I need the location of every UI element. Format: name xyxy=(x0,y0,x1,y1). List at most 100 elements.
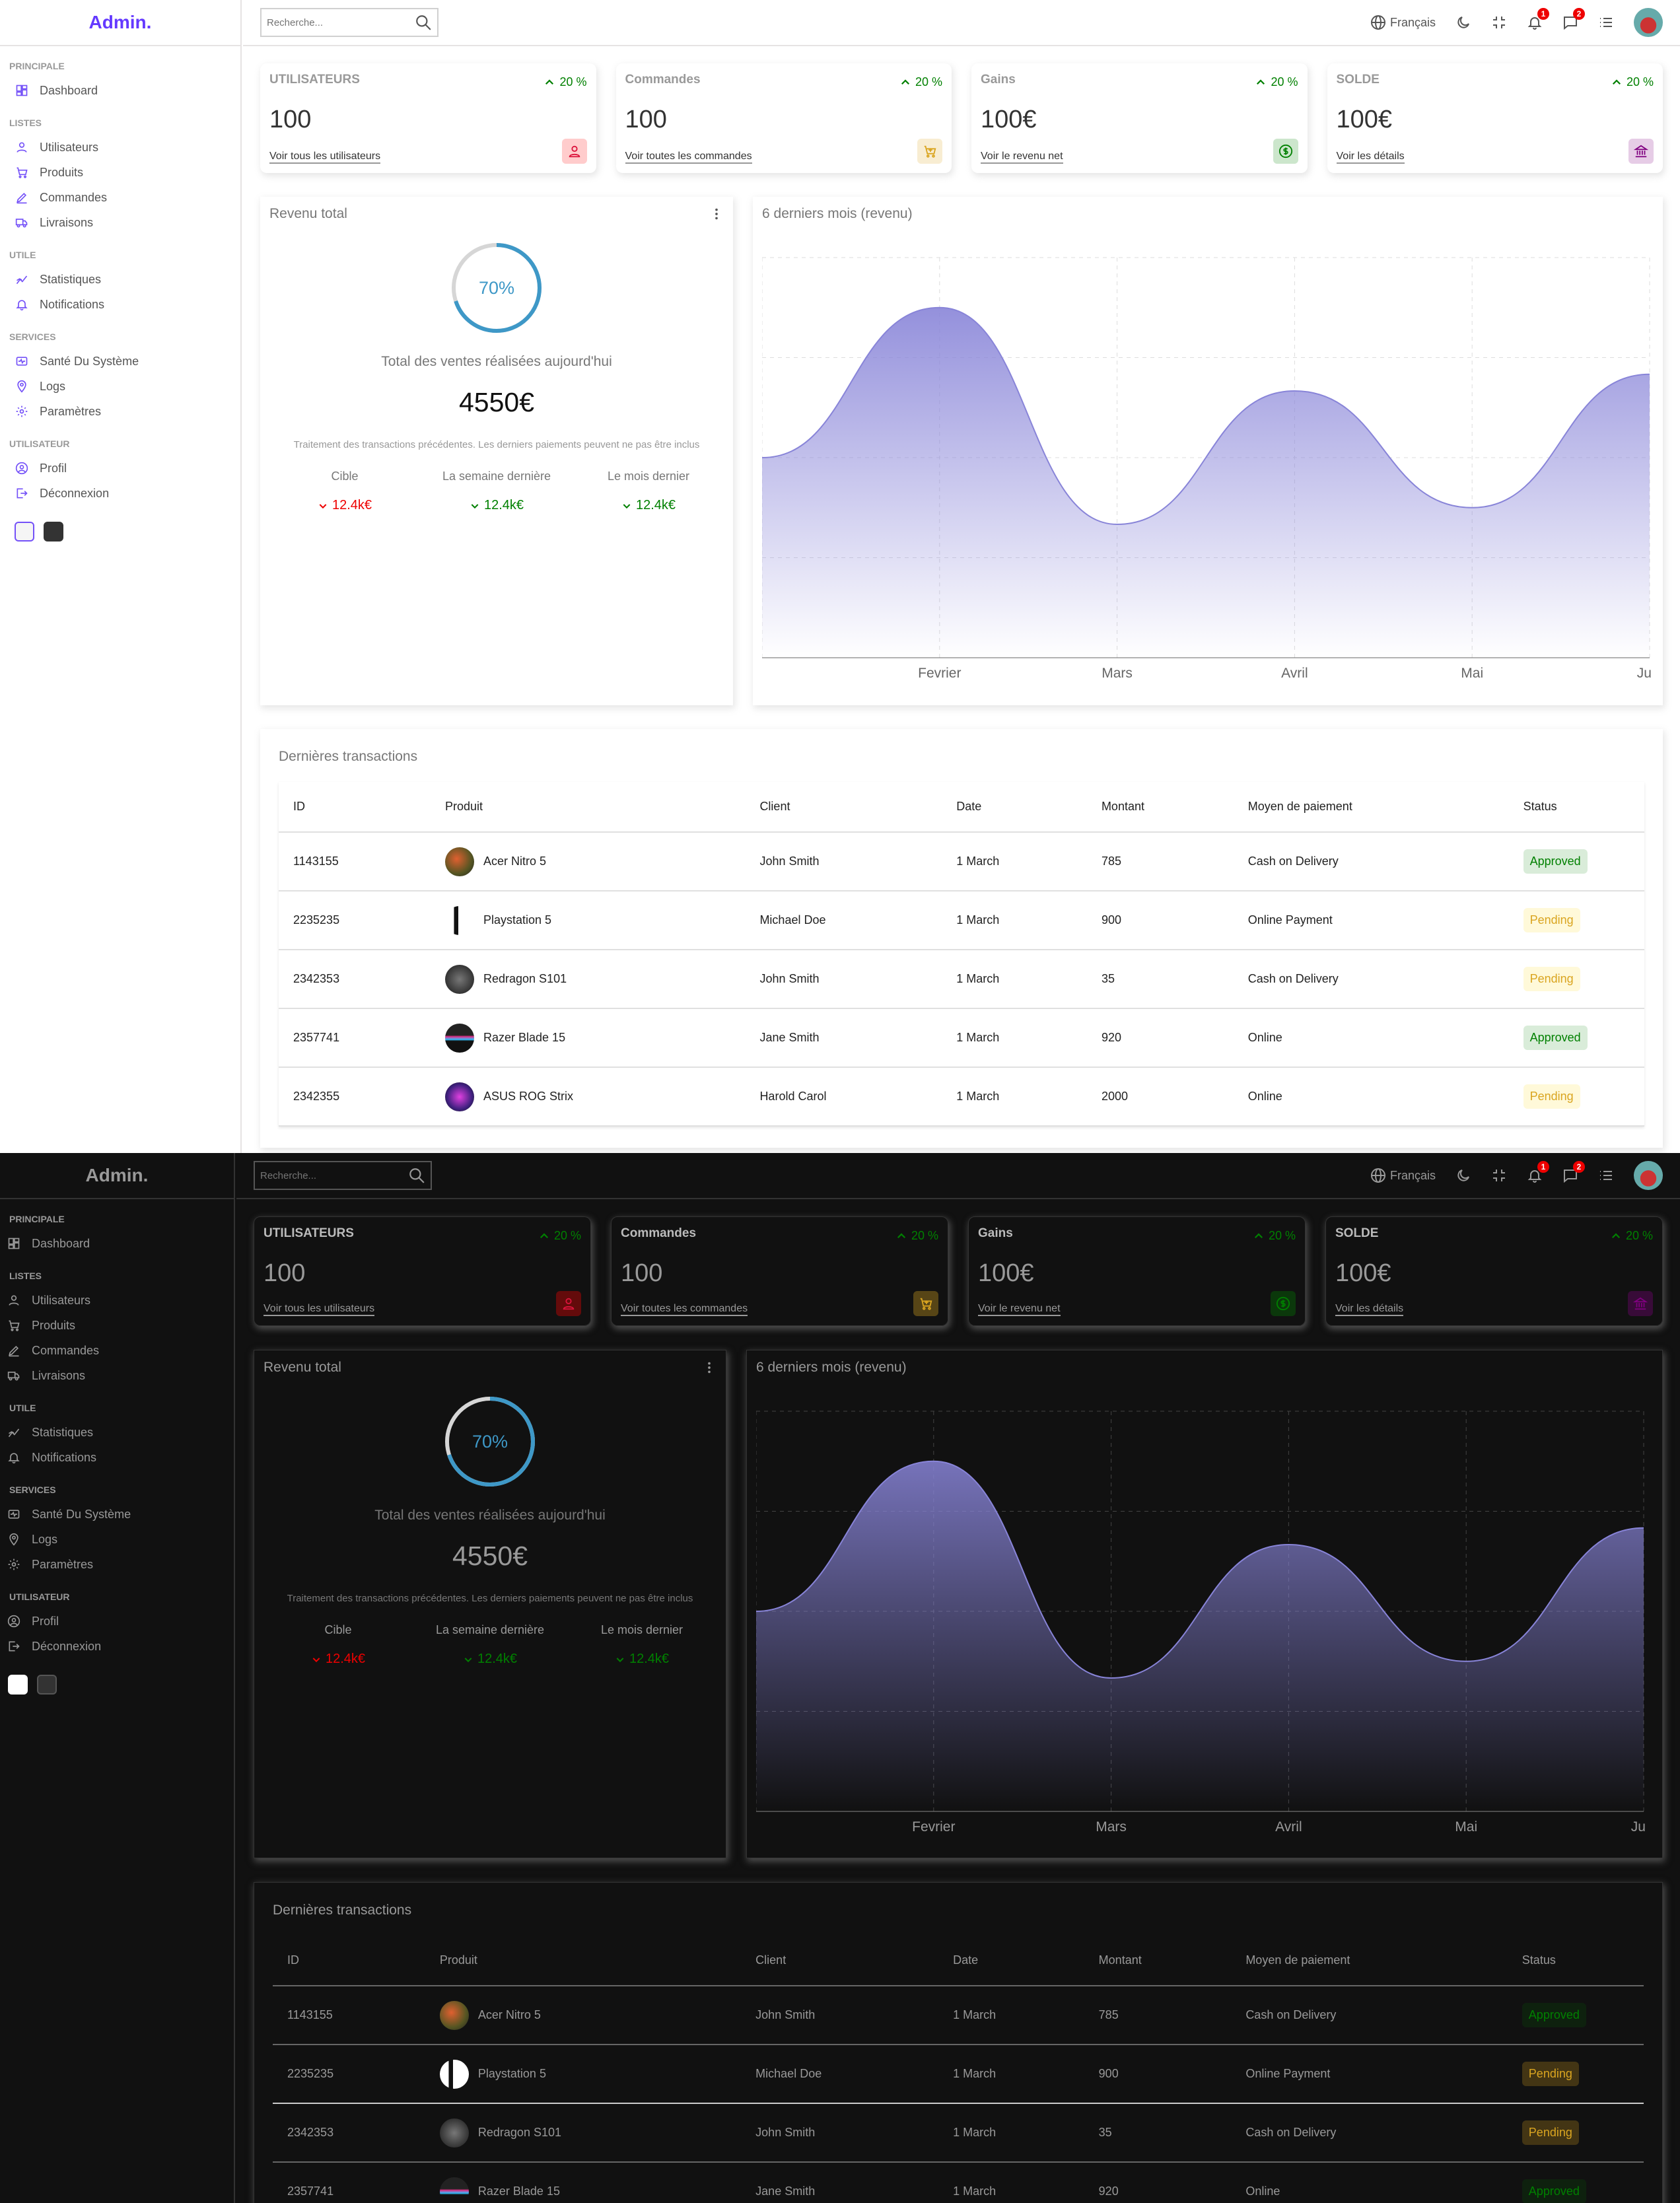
sidebar-item-commandes[interactable]: Commandes xyxy=(0,185,240,210)
sidebar-item-profil[interactable]: Profil xyxy=(0,1609,234,1634)
sidebar-item-paramètres[interactable]: Paramètres xyxy=(0,1552,234,1577)
sidebar-item-santé-du-système[interactable]: Santé Du Système xyxy=(0,1502,234,1527)
status-badge: Pending xyxy=(1522,2120,1579,2145)
sidebar-item-label: Paramètres xyxy=(40,404,102,418)
sidebar-item-déconnexion[interactable]: Déconnexion xyxy=(0,1634,234,1659)
sidebar-item-notifications[interactable]: Notifications xyxy=(0,292,240,317)
dark-mode-toggle[interactable] xyxy=(1455,1168,1471,1183)
notifications-button[interactable]: 1 xyxy=(1527,1161,1549,1183)
sidebar-item-notifications[interactable]: Notifications xyxy=(0,1445,234,1470)
fullscreen-exit-button[interactable] xyxy=(1491,1168,1507,1183)
table-row[interactable]: 2235235 Playstation 5 Michael Doe 1 Marc… xyxy=(279,891,1644,950)
sidebar-item-logs[interactable]: Logs xyxy=(0,374,240,399)
sidebar-item-paramètres[interactable]: Paramètres xyxy=(0,399,240,424)
sidebar-item-profil[interactable]: Profil xyxy=(0,456,240,481)
sidebar-item-statistiques[interactable]: Statistiques xyxy=(0,1420,234,1445)
list-button[interactable] xyxy=(1598,15,1614,30)
sidebar-section-title: UTILISATEUR xyxy=(9,438,70,449)
logo[interactable]: Admin. xyxy=(0,0,240,46)
sidebar-item-label: Notifications xyxy=(40,297,105,311)
sidebar-item-utilisateurs[interactable]: Utilisateurs xyxy=(0,1288,234,1313)
main-content: Français 1 2 xyxy=(236,1153,1680,2203)
summary-item-title: Le mois dernier xyxy=(600,1623,683,1636)
search-input[interactable] xyxy=(260,1170,408,1181)
sidebar-item-logs[interactable]: Logs xyxy=(0,1527,234,1552)
language-selector[interactable]: Français xyxy=(1370,15,1436,30)
widget-link[interactable]: Voir les détails xyxy=(1335,1303,1404,1316)
sidebar-item-santé-du-système[interactable]: Santé Du Système xyxy=(0,349,240,374)
sidebar-section-title: PRINCIPALE xyxy=(9,1214,65,1224)
table-row[interactable]: 1143155 Acer Nitro 5 John Smith 1 March … xyxy=(273,1986,1644,2045)
sidebar-item-produits[interactable]: Produits xyxy=(0,160,240,185)
cell-amount: 900 xyxy=(1084,2045,1232,2104)
notifications-button[interactable]: 1 xyxy=(1527,8,1549,30)
sidebar-item-dashboard[interactable]: Dashboard xyxy=(0,1231,234,1256)
sidebar-item-utilisateurs[interactable]: Utilisateurs xyxy=(0,135,240,160)
cell-id: 1143155 xyxy=(273,1986,425,2045)
sidebar-item-livraisons[interactable]: Livraisons xyxy=(0,210,240,235)
table-row[interactable]: 2342355 ASUS ROG Strix Harold Carol 1 Ma… xyxy=(279,1067,1644,1127)
revenue-progress-ring: 70% xyxy=(450,242,543,334)
table-row[interactable]: 1143155 Acer Nitro 5 John Smith 1 March … xyxy=(279,832,1644,892)
widget-link[interactable]: Voir toutes les commandes xyxy=(625,151,752,164)
table-header-cell: Moyen de paiement xyxy=(1233,782,1509,833)
sidebar-item-produits[interactable]: Produits xyxy=(0,1313,234,1338)
search-input[interactable] xyxy=(267,17,415,28)
sidebar-item-commandes[interactable]: Commandes xyxy=(0,1338,234,1363)
widget-link[interactable]: Voir tous les utilisateurs xyxy=(269,151,381,164)
widget-link[interactable]: Voir tous les utilisateurs xyxy=(263,1303,375,1316)
search-icon[interactable] xyxy=(408,1167,425,1184)
status-badge: Pending xyxy=(1523,908,1580,932)
sidebar-item-déconnexion[interactable]: Déconnexion xyxy=(0,481,240,506)
sidebar-item-statistiques[interactable]: Statistiques xyxy=(0,267,240,292)
fullscreen-exit-button[interactable] xyxy=(1491,15,1507,30)
psychology-icon xyxy=(7,1532,21,1547)
list-button[interactable] xyxy=(1598,1168,1614,1183)
revenue-progress-ring: 70% xyxy=(444,1395,536,1488)
table-row[interactable]: 2357741 Razer Blade 15 Jane Smith 1 Marc… xyxy=(273,2162,1644,2203)
featured-summary-item: Le mois dernier 12.4k€ xyxy=(576,1623,708,1667)
status-badge: Approved xyxy=(1523,849,1588,874)
cell-id: 2357741 xyxy=(279,1008,431,1068)
featured-summary-item: Cible 12.4k€ xyxy=(279,470,411,513)
sidebar-section-title: UTILE xyxy=(9,1403,36,1413)
light-theme-swatch[interactable] xyxy=(8,1675,28,1695)
logo[interactable]: Admin. xyxy=(0,1153,234,1199)
revenue-area-fill xyxy=(762,307,1650,658)
cell-status: Pending xyxy=(1508,950,1644,1009)
profile-icon xyxy=(7,1614,21,1628)
dark-mode-toggle[interactable] xyxy=(1455,15,1471,30)
cell-product: ASUS ROG Strix xyxy=(431,1067,746,1127)
sidebar-item-livraisons[interactable]: Livraisons xyxy=(0,1363,234,1388)
dark-theme-swatch[interactable] xyxy=(44,522,63,542)
messages-button[interactable]: 2 xyxy=(1562,8,1585,30)
avatar[interactable] xyxy=(1634,1161,1663,1190)
light-theme-swatch[interactable] xyxy=(15,522,34,542)
table-header-cell: ID xyxy=(273,1936,425,1986)
table-row[interactable]: 2342353 Redragon S101 John Smith 1 March… xyxy=(273,2103,1644,2163)
table-row[interactable]: 2235235 Playstation 5 Michael Doe 1 Marc… xyxy=(273,2045,1644,2104)
widget-link[interactable]: Voir le revenu net xyxy=(978,1303,1061,1316)
widget-link[interactable]: Voir le revenu net xyxy=(981,151,1063,164)
user-icon xyxy=(7,1293,21,1308)
table-row[interactable]: 2342353 Redragon S101 John Smith 1 March… xyxy=(279,950,1644,1009)
more-vert-icon[interactable] xyxy=(709,207,724,221)
widget-link[interactable]: Voir toutes les commandes xyxy=(621,1303,748,1316)
language-selector[interactable]: Français xyxy=(1370,1168,1436,1183)
widget-percentage-value: 20 % xyxy=(911,1229,938,1242)
widget-percentage-value: 20 % xyxy=(915,75,942,88)
cell-method: Online xyxy=(1233,1067,1509,1127)
widget-link[interactable]: Voir les détails xyxy=(1336,151,1405,164)
table-row[interactable]: 2357741 Razer Blade 15 Jane Smith 1 Marc… xyxy=(279,1008,1644,1068)
more-vert-icon[interactable] xyxy=(702,1360,717,1375)
product-image-acer xyxy=(445,847,474,876)
widget-card: UTILISATEURS 100 Voir tous les utilisate… xyxy=(260,63,596,173)
messages-button[interactable]: 2 xyxy=(1562,1161,1585,1183)
sidebar-item-label: Statistiques xyxy=(32,1425,94,1439)
person-icon xyxy=(561,139,587,164)
widget-card: Commandes 100 Voir toutes les commandes … xyxy=(611,1216,948,1326)
sidebar-item-dashboard[interactable]: Dashboard xyxy=(0,78,240,103)
dark-theme-swatch[interactable] xyxy=(37,1675,57,1695)
search-icon[interactable] xyxy=(415,14,432,31)
avatar[interactable] xyxy=(1634,8,1663,37)
